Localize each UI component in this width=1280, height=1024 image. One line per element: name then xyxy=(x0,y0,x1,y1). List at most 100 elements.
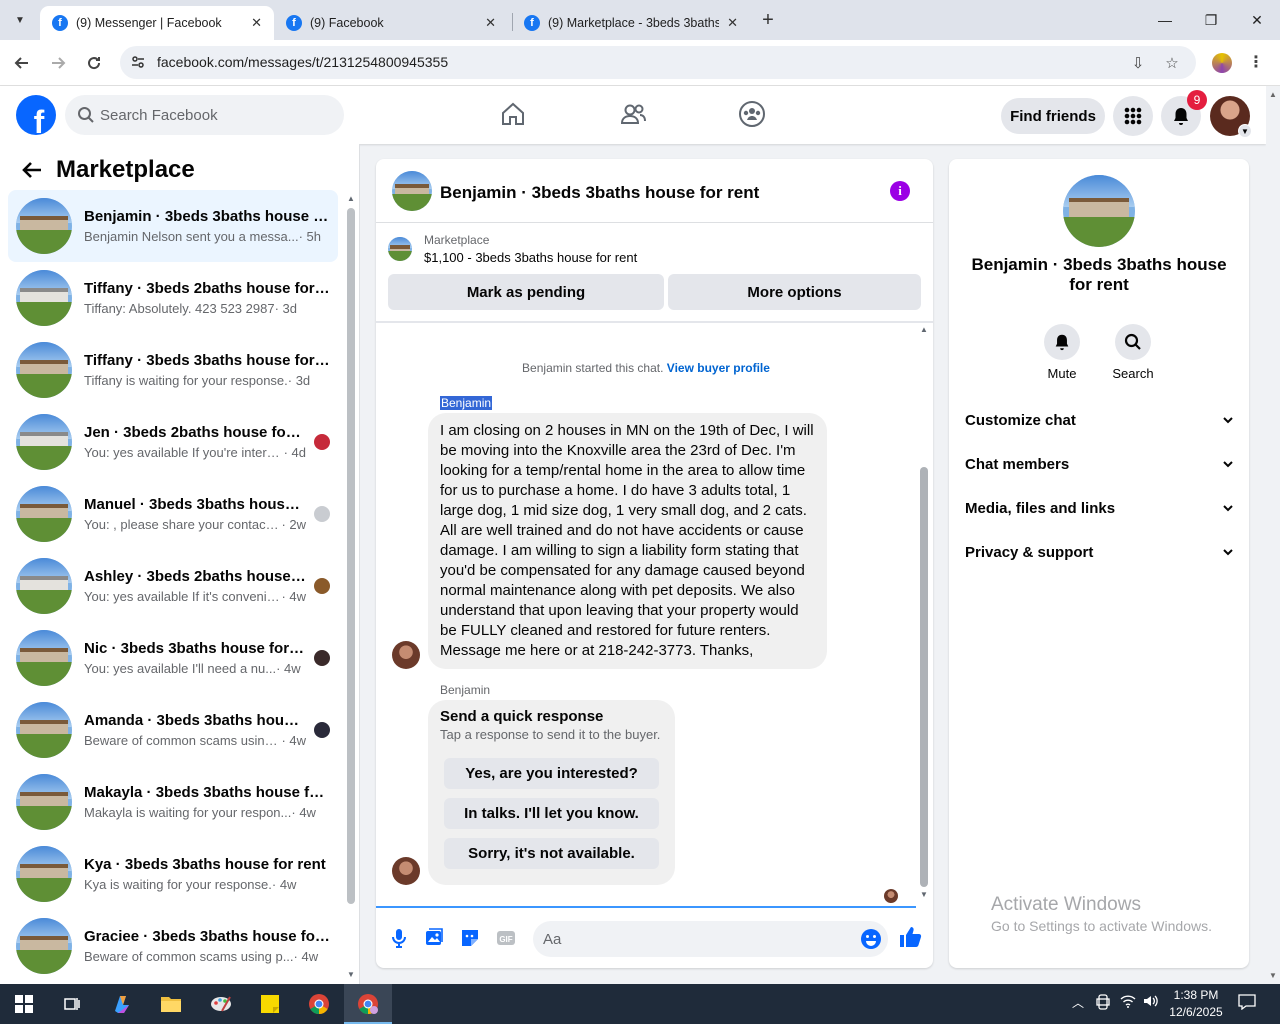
reload-button[interactable] xyxy=(81,50,107,76)
scrollbar-thumb[interactable] xyxy=(920,467,928,887)
emoji-icon[interactable] xyxy=(860,928,882,950)
search-in-chat-button[interactable]: Search xyxy=(1098,324,1168,381)
conversation-list-scrollbar[interactable]: ▲ ▼ xyxy=(346,194,356,979)
chat-title[interactable]: Benjamin · 3beds 3baths house for rent xyxy=(440,183,759,203)
message-input[interactable] xyxy=(543,921,843,957)
quick-reply-not-available-button[interactable]: Sorry, it's not available. xyxy=(444,838,659,869)
new-tab-button[interactable]: + xyxy=(756,6,780,34)
chrome-taskbar-icon[interactable] xyxy=(299,988,339,1020)
conversation-item[interactable]: Ashley · 3beds 2baths house for rent You:… xyxy=(8,550,338,622)
privacy-support-section[interactable]: Privacy & support xyxy=(965,540,1235,564)
conversation-item[interactable]: Kya · 3beds 3baths house for rent Kya is … xyxy=(8,838,338,910)
chat-scrollbar[interactable]: ▲ ▼ xyxy=(918,325,930,899)
thumbs-up-icon[interactable] xyxy=(898,925,922,949)
conversation-item[interactable]: Makayla · 3beds 3baths house for rent Mak… xyxy=(8,766,338,838)
paint-taskbar-icon[interactable] xyxy=(201,988,241,1020)
conversation-item[interactable]: Graciee · 3beds 3baths house for rent Bew… xyxy=(8,910,338,982)
chevron-down-icon xyxy=(1223,417,1233,424)
listing-avatar-large[interactable] xyxy=(1063,175,1135,247)
view-buyer-profile-link[interactable]: View buyer profile xyxy=(667,361,770,375)
network-icon[interactable] xyxy=(1120,994,1136,1011)
tab-search-dropdown[interactable]: ▼ xyxy=(8,8,32,32)
photo-icon[interactable] xyxy=(423,927,445,949)
home-icon[interactable] xyxy=(499,100,527,128)
scroll-down-icon[interactable]: ▼ xyxy=(920,890,928,899)
info-icon[interactable]: i xyxy=(890,181,910,201)
conversation-item[interactable]: Nic · 3beds 3baths house for rent You: ye… xyxy=(8,622,338,694)
facebook-logo-icon[interactable]: f xyxy=(16,95,56,135)
system-clock[interactable]: 1:38 PM 12/6/2025 xyxy=(1168,987,1224,1021)
restore-button[interactable]: ❐ xyxy=(1188,4,1234,36)
start-button[interactable] xyxy=(4,988,44,1020)
back-button[interactable] xyxy=(9,50,35,76)
browser-profile-icon[interactable] xyxy=(1212,53,1232,73)
close-tab-icon[interactable]: ✕ xyxy=(485,15,496,31)
conversation-time: · 4w xyxy=(276,661,301,676)
notification-badge: 9 xyxy=(1187,90,1207,110)
site-settings-icon[interactable] xyxy=(130,54,146,70)
conversation-item[interactable]: Jen · 3beds 2baths house for rent You: ye… xyxy=(8,406,338,478)
sticky-notes-taskbar-icon[interactable] xyxy=(250,988,290,1020)
search-input[interactable] xyxy=(100,95,330,135)
notification-center-icon[interactable] xyxy=(1238,994,1256,1013)
facebook-search[interactable] xyxy=(65,95,344,135)
groups-icon[interactable] xyxy=(738,100,766,128)
conversation-item[interactable]: Manuel · 3beds 3baths house for rent You:… xyxy=(8,478,338,550)
scroll-down-icon[interactable]: ▼ xyxy=(1269,971,1277,980)
message-bubble[interactable]: I am closing on 2 houses in MN on the 19… xyxy=(428,413,827,669)
mark-as-pending-button[interactable]: Mark as pending xyxy=(388,274,664,310)
scroll-up-icon[interactable]: ▲ xyxy=(347,194,355,203)
task-view-button[interactable] xyxy=(52,988,92,1020)
back-arrow-icon[interactable] xyxy=(20,158,44,182)
media-files-links-section[interactable]: Media, files and links xyxy=(965,496,1235,520)
marketplace-listing-row[interactable]: Marketplace $1,100 - 3beds 3baths house … xyxy=(388,233,637,265)
quick-reply-interested-button[interactable]: Yes, are you interested? xyxy=(444,758,659,789)
close-tab-icon[interactable]: ✕ xyxy=(251,15,262,31)
install-app-icon[interactable]: ⇩ xyxy=(1128,53,1148,73)
friends-icon[interactable] xyxy=(619,100,647,128)
listing-avatar[interactable] xyxy=(392,171,432,211)
scroll-down-icon[interactable]: ▼ xyxy=(347,970,355,979)
chat-members-section[interactable]: Chat members xyxy=(965,452,1235,476)
microphone-icon[interactable] xyxy=(388,927,410,949)
message-composer[interactable] xyxy=(533,921,888,957)
chrome-profile-taskbar-icon[interactable] xyxy=(348,988,388,1020)
page-scrollbar[interactable]: ▲ ▼ xyxy=(1266,86,1280,984)
conversation-item[interactable]: Amanda · 3beds 3baths house for rent Bewa… xyxy=(8,694,338,766)
browser-tab-marketplace[interactable]: f (9) Marketplace - 3beds 3baths ✕ xyxy=(512,6,750,40)
url-text[interactable]: facebook.com/messages/t/2131254800945355 xyxy=(157,54,448,70)
copilot-taskbar-icon[interactable] xyxy=(102,988,142,1020)
close-tab-icon[interactable]: ✕ xyxy=(727,15,738,31)
conversation-item[interactable]: Tiffany · 3beds 3baths house for rent Tif… xyxy=(8,334,338,406)
conversation-item[interactable]: Benjamin · 3beds 3baths house for rent Be… xyxy=(8,190,338,262)
scroll-up-icon[interactable]: ▲ xyxy=(920,325,928,334)
browser-tab-facebook[interactable]: f (9) Facebook ✕ xyxy=(274,6,508,40)
conversation-item[interactable]: Tiffany · 3beds 2baths house for rent Tif… xyxy=(8,262,338,334)
sender-avatar[interactable] xyxy=(392,641,420,669)
conversation-preview: Benjamin Nelson sent you a messa... xyxy=(84,229,299,244)
device-icon[interactable] xyxy=(1096,994,1110,1013)
file-explorer-taskbar-icon[interactable] xyxy=(151,988,191,1020)
gif-icon[interactable]: GIF xyxy=(495,927,517,949)
show-hidden-icons-chevron-icon[interactable]: ︿ xyxy=(1072,994,1084,1011)
scrollbar-thumb[interactable] xyxy=(347,208,355,904)
sender-avatar[interactable] xyxy=(392,857,420,885)
close-window-button[interactable]: ✕ xyxy=(1234,4,1280,36)
menu-button[interactable] xyxy=(1113,96,1153,136)
customize-chat-section[interactable]: Customize chat xyxy=(965,408,1235,432)
search-icon xyxy=(78,107,94,123)
volume-icon[interactable] xyxy=(1143,994,1159,1011)
account-avatar[interactable]: ▼ xyxy=(1210,96,1252,138)
browser-tab-messenger[interactable]: f (9) Messenger | Facebook ✕ xyxy=(40,6,274,40)
quick-reply-in-talks-button[interactable]: In talks. I'll let you know. xyxy=(444,798,659,829)
forward-button[interactable] xyxy=(45,50,71,76)
find-friends-button[interactable]: Find friends xyxy=(1001,98,1105,134)
browser-menu-icon[interactable]: ⋮ xyxy=(1248,52,1264,72)
minimize-button[interactable]: — xyxy=(1142,4,1188,36)
omnibox[interactable]: facebook.com/messages/t/2131254800945355… xyxy=(120,46,1196,79)
mute-button[interactable]: Mute xyxy=(1027,324,1097,381)
scroll-up-icon[interactable]: ▲ xyxy=(1269,90,1277,99)
sticker-icon[interactable] xyxy=(459,927,481,949)
more-options-button[interactable]: More options xyxy=(668,274,921,310)
bookmark-star-icon[interactable]: ☆ xyxy=(1162,53,1182,73)
